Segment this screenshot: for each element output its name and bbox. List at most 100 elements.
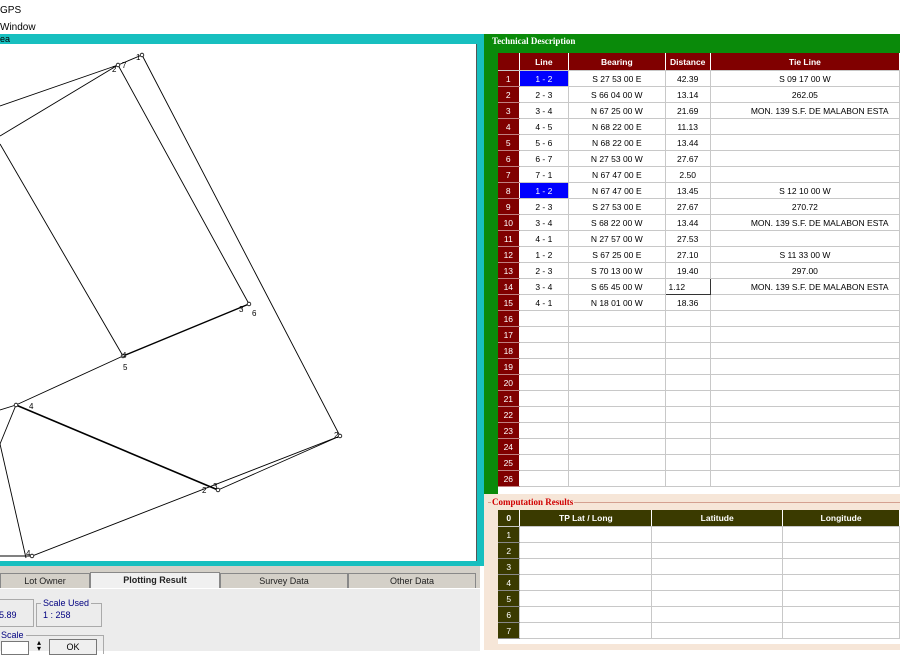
cell-bearing[interactable]: S 70 13 00 W bbox=[568, 262, 666, 279]
cell-tie-line[interactable] bbox=[710, 310, 900, 327]
cell-bearing[interactable]: S 66 04 00 W bbox=[568, 86, 666, 103]
cell-tie-line[interactable]: S 12 10 00 W bbox=[710, 182, 900, 199]
cell-line[interactable] bbox=[519, 358, 570, 375]
row-number[interactable]: 16 bbox=[498, 310, 520, 327]
cell-tie-line[interactable]: MON. 139 S.F. DE MALABON ESTA bbox=[710, 102, 900, 119]
cell-line[interactable]: 6 - 7 bbox=[519, 150, 570, 167]
table-row[interactable]: 22 bbox=[498, 406, 900, 423]
row-number[interactable]: 9 bbox=[498, 198, 520, 215]
cell-latitude[interactable] bbox=[651, 526, 784, 543]
table-row[interactable]: 81 - 2N 67 47 00 E 13.45 S 12 10 00 W bbox=[498, 182, 900, 199]
cell-line[interactable] bbox=[519, 326, 570, 343]
cell-tie-line[interactable] bbox=[710, 406, 900, 423]
cell-distance[interactable]: 27.10 bbox=[665, 246, 711, 263]
cell-bearing[interactable] bbox=[568, 342, 666, 359]
cell-line[interactable]: 4 - 1 bbox=[519, 294, 570, 311]
table-row[interactable]: 23 bbox=[498, 422, 900, 439]
cell-bearing[interactable] bbox=[568, 454, 666, 471]
column-header-longitude[interactable]: Longitude bbox=[782, 510, 900, 527]
row-number[interactable]: 18 bbox=[498, 342, 520, 359]
row-number[interactable]: 1 bbox=[498, 70, 520, 87]
row-number[interactable]: 2 bbox=[498, 542, 521, 559]
menu-window[interactable]: Window bbox=[0, 22, 36, 33]
table-row[interactable]: 3 bbox=[498, 558, 900, 575]
cell-distance[interactable] bbox=[665, 342, 711, 359]
cell-line[interactable] bbox=[519, 374, 570, 391]
cell-line[interactable]: 1 - 2 bbox=[519, 246, 570, 263]
cell-longitude[interactable] bbox=[782, 558, 900, 575]
cell-distance[interactable]: 19.40 bbox=[665, 262, 711, 279]
row-number[interactable]: 3 bbox=[498, 102, 520, 119]
cell-bearing[interactable] bbox=[568, 470, 666, 487]
cell-bearing[interactable] bbox=[568, 358, 666, 375]
cell-line[interactable] bbox=[519, 470, 570, 487]
table-row[interactable]: 5 bbox=[498, 590, 900, 607]
row-number[interactable]: 13 bbox=[498, 262, 520, 279]
table-row[interactable]: 33 - 4N 67 25 00 W 21.69 MON. 139 S.F. DE … bbox=[498, 102, 900, 119]
column-header-latitude[interactable]: Latitude bbox=[651, 510, 784, 527]
cell-line[interactable]: 1 - 2 bbox=[519, 70, 570, 87]
cell-tie-line[interactable]: S 09 17 00 W bbox=[710, 70, 900, 87]
cell-distance[interactable]: 11.13 bbox=[665, 118, 711, 135]
row-number[interactable]: 26 bbox=[498, 470, 520, 487]
row-number[interactable]: 15 bbox=[498, 294, 520, 311]
cell-bearing[interactable]: N 68 22 00 E bbox=[568, 134, 666, 151]
cell-longitude[interactable] bbox=[782, 574, 900, 591]
table-row[interactable]: 15 4 - 1N 18 01 00 W 18.36 bbox=[498, 294, 900, 311]
table-row[interactable]: 19 bbox=[498, 358, 900, 375]
cell-tie-line[interactable]: 270.72 bbox=[710, 198, 900, 215]
cell-line[interactable]: 1 - 2 bbox=[519, 182, 570, 199]
cell-bearing[interactable] bbox=[568, 438, 666, 455]
cell-tp-lat-long[interactable] bbox=[519, 606, 653, 623]
cell-latitude[interactable] bbox=[651, 622, 784, 639]
cell-latitude[interactable] bbox=[651, 542, 784, 559]
row-number[interactable]: 5 bbox=[498, 134, 520, 151]
cell-bearing[interactable]: S 68 22 00 W bbox=[568, 214, 666, 231]
cell-bearing[interactable]: S 65 45 00 W bbox=[568, 278, 666, 295]
cell-latitude[interactable] bbox=[651, 558, 784, 575]
cell-bearing[interactable] bbox=[568, 422, 666, 439]
cell-line[interactable]: 3 - 4 bbox=[519, 102, 570, 119]
cell-bearing[interactable]: N 18 01 00 W bbox=[568, 294, 666, 311]
row-number[interactable]: 4 bbox=[498, 574, 521, 591]
cell-distance[interactable] bbox=[665, 326, 711, 343]
table-row[interactable]: 1 bbox=[498, 526, 900, 543]
table-row[interactable]: 66 - 7N 27 53 00 W 27.67 bbox=[498, 150, 900, 167]
table-row[interactable]: 21 bbox=[498, 390, 900, 407]
cell-tp-lat-long[interactable] bbox=[519, 542, 653, 559]
cell-tp-lat-long[interactable] bbox=[519, 526, 653, 543]
cell-tp-lat-long[interactable] bbox=[519, 558, 653, 575]
cell-line[interactable] bbox=[519, 406, 570, 423]
table-row[interactable]: 44 - 5N 68 22 00 E 11.13 bbox=[498, 118, 900, 135]
cell-bearing[interactable]: N 67 25 00 W bbox=[568, 102, 666, 119]
table-row[interactable]: 18 bbox=[498, 342, 900, 359]
cell-tie-line[interactable]: 297.00 bbox=[710, 262, 900, 279]
table-row[interactable]: 17 bbox=[498, 326, 900, 343]
cell-tie-line[interactable] bbox=[710, 470, 900, 487]
row-number[interactable]: 4 bbox=[498, 118, 520, 135]
table-row[interactable]: 25 bbox=[498, 454, 900, 471]
table-row[interactable]: 13 2 - 3S 70 13 00 W 19.40 297.00 bbox=[498, 262, 900, 279]
row-number[interactable]: 3 bbox=[498, 558, 521, 575]
cell-distance[interactable] bbox=[665, 406, 711, 423]
column-header-tie-line[interactable]: Tie Line bbox=[710, 53, 900, 71]
row-number[interactable]: 5 bbox=[498, 590, 521, 607]
cell-tie-line[interactable] bbox=[710, 438, 900, 455]
cell-distance[interactable]: 13.44 bbox=[665, 214, 711, 231]
cell-bearing[interactable]: N 68 22 00 E bbox=[568, 118, 666, 135]
cell-bearing[interactable]: S 27 53 00 E bbox=[568, 70, 666, 87]
cell-tie-line[interactable] bbox=[710, 390, 900, 407]
cell-latitude[interactable] bbox=[651, 606, 784, 623]
table-row[interactable]: 14 3 - 4S 65 45 00 W 1.12 MON. 139 S.F. DE … bbox=[498, 278, 900, 295]
cell-distance[interactable] bbox=[665, 470, 711, 487]
cell-line[interactable]: 4 - 5 bbox=[519, 118, 570, 135]
cell-distance[interactable] bbox=[665, 374, 711, 391]
computation-results-grid[interactable]: 0 TP Lat / Long Latitude Longitude 12345… bbox=[498, 510, 900, 644]
cell-line[interactable]: 2 - 3 bbox=[519, 262, 570, 279]
cell-distance[interactable]: 21.69 bbox=[665, 102, 711, 119]
cell-distance[interactable]: 27.53 bbox=[665, 230, 711, 247]
cell-latitude[interactable] bbox=[651, 590, 784, 607]
cell-line[interactable]: 3 - 4 bbox=[519, 278, 570, 295]
cell-tie-line[interactable] bbox=[710, 230, 900, 247]
cell-tie-line[interactable]: 262.05 bbox=[710, 86, 900, 103]
